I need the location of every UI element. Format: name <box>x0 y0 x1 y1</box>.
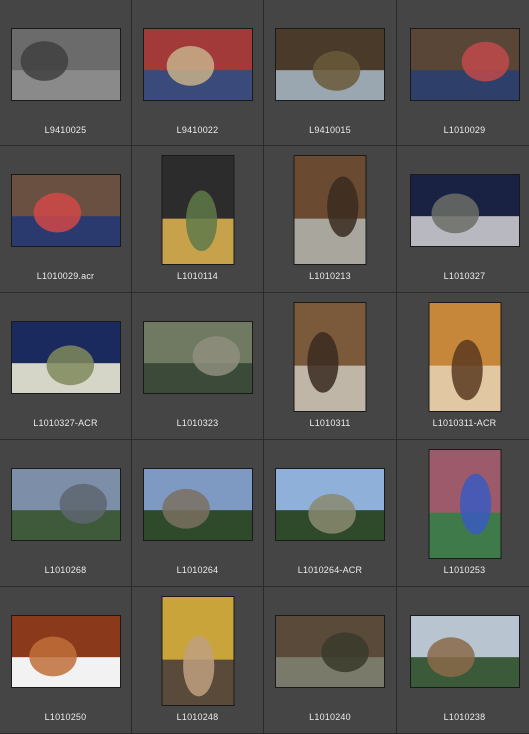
thumbnail-label: L1010029 <box>443 125 486 135</box>
thumbnail-label: L1010311 <box>309 418 351 428</box>
thumbnail-label: L1010250 <box>44 712 87 722</box>
thumbnail-cell[interactable]: L9410015 <box>264 0 396 146</box>
thumbnail-grid: L9410025 L9410022 L9410015 L1010029 L1010029… <box>0 0 529 734</box>
thumbnail-label: L9410025 <box>44 125 87 135</box>
thumbnail-image[interactable] <box>428 302 501 412</box>
thumbnail-cell[interactable]: L1010250 <box>0 587 131 734</box>
thumbnail-cell[interactable]: L1010029 <box>397 0 529 146</box>
thumbnail-label: L1010264-ACR <box>297 565 363 575</box>
thumbnail-image[interactable] <box>10 468 121 541</box>
thumbnail-image[interactable] <box>161 596 234 706</box>
thumbnail-cell[interactable]: L1010311-ACR <box>397 293 529 440</box>
thumbnail-cell[interactable]: L1010213 <box>264 146 396 293</box>
thumbnail-label: L1010240 <box>309 712 351 722</box>
thumbnail-label: L1010238 <box>443 712 486 722</box>
thumbnail-image[interactable] <box>275 28 385 101</box>
thumbnail-cell[interactable]: L9410025 <box>0 0 131 146</box>
thumbnail-image[interactable] <box>275 468 385 541</box>
thumbnail-cell[interactable]: L1010323 <box>132 293 263 440</box>
thumbnail-image[interactable] <box>161 155 234 265</box>
thumbnail-image[interactable] <box>142 28 253 101</box>
thumbnail-label: L1010323 <box>176 418 219 428</box>
thumbnail-label: L1010311-ACR <box>432 418 497 428</box>
thumbnail-image[interactable] <box>409 615 520 688</box>
thumbnail-cell[interactable]: L1010268 <box>0 440 131 587</box>
thumbnail-cell[interactable]: L1010240 <box>264 587 396 734</box>
thumbnail-cell[interactable]: L9410022 <box>132 0 263 146</box>
thumbnail-label: L1010029.acr <box>36 271 95 281</box>
thumbnail-cell[interactable]: L1010264-ACR <box>264 440 396 587</box>
thumbnail-image[interactable] <box>293 155 367 265</box>
thumbnail-image[interactable] <box>409 174 520 247</box>
thumbnail-image[interactable] <box>10 28 121 101</box>
thumbnail-label: L1010264 <box>176 565 219 575</box>
thumbnail-cell[interactable]: L1010248 <box>132 587 263 734</box>
thumbnail-cell[interactable]: L1010114 <box>132 146 263 293</box>
thumbnail-cell[interactable]: L1010253 <box>397 440 529 587</box>
thumbnail-label: L1010114 <box>177 271 218 281</box>
thumbnail-image[interactable] <box>142 468 253 541</box>
thumbnail-label: L9410015 <box>309 125 351 135</box>
thumbnail-image[interactable] <box>10 615 121 688</box>
thumbnail-label: L1010268 <box>44 565 87 575</box>
thumbnail-cell[interactable]: L1010327-ACR <box>0 293 131 440</box>
thumbnail-label: L1010213 <box>309 271 351 281</box>
thumbnail-image[interactable] <box>428 449 501 559</box>
thumbnail-label: L9410022 <box>176 125 219 135</box>
thumbnail-label: L1010327 <box>443 271 486 281</box>
thumbnail-cell[interactable]: L1010311 <box>264 293 396 440</box>
thumbnail-image[interactable] <box>293 302 367 412</box>
thumbnail-image[interactable] <box>409 28 520 101</box>
thumbnail-image[interactable] <box>10 174 121 247</box>
thumbnail-label: L1010327-ACR <box>33 418 98 428</box>
thumbnail-image[interactable] <box>142 321 253 394</box>
thumbnail-label: L1010248 <box>176 712 219 722</box>
thumbnail-cell[interactable]: L1010327 <box>397 146 529 293</box>
thumbnail-cell[interactable]: L1010238 <box>397 587 529 734</box>
thumbnail-image[interactable] <box>10 321 121 394</box>
thumbnail-cell[interactable]: L1010264 <box>132 440 263 587</box>
thumbnail-image[interactable] <box>275 615 385 688</box>
thumbnail-cell[interactable]: L1010029.acr <box>0 146 131 293</box>
thumbnail-label: L1010253 <box>443 565 486 575</box>
